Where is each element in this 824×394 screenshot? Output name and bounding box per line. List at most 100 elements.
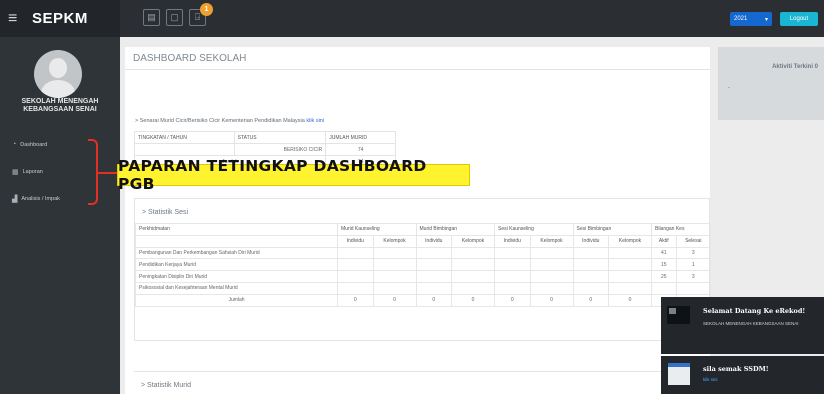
table-header-row: TINGKATAN / TAHUN STATUS JUMLAH MURID bbox=[134, 131, 396, 144]
table-cell: 3 bbox=[675, 246, 712, 260]
table-cell bbox=[337, 258, 374, 272]
sidebar-item-label: Dashboard bbox=[20, 141, 48, 148]
table-cell bbox=[415, 246, 453, 260]
table-cell bbox=[337, 246, 374, 260]
column-header: Kelompok bbox=[608, 234, 652, 248]
table-cell bbox=[529, 246, 574, 260]
school-name-line1: SEKOLAH MENENGAH bbox=[21, 98, 99, 105]
sidebar: SEKOLAH MENENGAH KEBANGSAAN SENAI ◔ Dash… bbox=[0, 37, 120, 394]
table-cell: 25 bbox=[651, 270, 677, 283]
section-title: > Statistik Sesi bbox=[142, 209, 189, 216]
sidebar-item-label: Analisis / Impak bbox=[21, 196, 60, 202]
divider bbox=[125, 69, 710, 70]
table-cell bbox=[572, 281, 610, 295]
table-cell bbox=[372, 246, 417, 260]
year-select-value: 2021 bbox=[734, 16, 748, 22]
table-cell: 3 bbox=[675, 270, 712, 283]
logout-button[interactable]: Logout bbox=[780, 12, 818, 26]
column-header: Bilangan Kes bbox=[651, 223, 711, 236]
column-header: Individu bbox=[494, 234, 531, 248]
brand-logo-text[interactable]: SEPKM bbox=[32, 10, 88, 27]
annotation-connector bbox=[98, 172, 117, 174]
service-name: Psikososial dan Kesejahteraan Mental Mur… bbox=[135, 281, 338, 295]
service-name: Pendidikan Kerjaya Murid bbox=[135, 258, 338, 272]
service-name: Peningkatan Disiplin Diri Murid bbox=[135, 270, 338, 283]
annotation-banner: PAPARAN TETINGKAP DASHBOARD PGB bbox=[117, 157, 470, 193]
sidebar-item-dashboard[interactable]: ◔ Dashboard bbox=[12, 141, 47, 148]
toast-title: sila semak SSDM! bbox=[703, 365, 769, 373]
column-header: Kelompok bbox=[529, 234, 574, 248]
avatar-head bbox=[49, 58, 67, 78]
column-header bbox=[135, 234, 338, 248]
sidebar-item-laporan[interactable]: ▦ Laporan bbox=[12, 168, 43, 176]
table-row: Pembangunan Dan Perkembangan Sahsiah Dir… bbox=[135, 246, 712, 260]
total-value: 0 bbox=[529, 293, 574, 307]
table-cell bbox=[572, 258, 610, 272]
table-row: Peningkatan Disiplin Diri Murid 25 3 bbox=[135, 270, 712, 283]
ssdm-toast[interactable]: sila semak SSDM! klik sini bbox=[661, 356, 824, 394]
column-header: Individu bbox=[337, 234, 374, 248]
notification-icon[interactable]: ⍈ 1 bbox=[189, 3, 213, 26]
annotation-bracket bbox=[88, 139, 98, 205]
bar-chart-icon: ▟ bbox=[12, 196, 18, 203]
table-row: Psikososial dan Kesejahteraan Mental Mur… bbox=[135, 281, 712, 295]
table-group-header-row: Perkhidmatan Murid Kaunseling Murid Bimb… bbox=[135, 223, 711, 236]
table-cell bbox=[608, 246, 652, 260]
table-cell bbox=[415, 270, 453, 283]
sidebar-item-analisis[interactable]: ▟ Analisis / Impak bbox=[12, 195, 60, 203]
total-value: 0 bbox=[572, 293, 610, 307]
table-cell bbox=[494, 270, 531, 283]
table-cell: BERISIKO CICIR bbox=[233, 143, 327, 156]
table-total-row: Jumlah 0 0 0 0 0 0 0 0 bbox=[135, 293, 712, 307]
table-cell bbox=[372, 270, 417, 283]
total-value: 0 bbox=[451, 293, 495, 307]
brand-area: ≡ SEPKM bbox=[0, 0, 120, 37]
document-thumbnail-icon bbox=[668, 363, 690, 385]
activity-placeholder: - bbox=[728, 85, 730, 91]
total-value: 0 bbox=[372, 293, 417, 307]
dropout-link-text: > Senarai Murid Cicir/Berisiko Cicir Kem… bbox=[135, 118, 307, 124]
table-cell: 74 bbox=[325, 143, 396, 156]
table-cell bbox=[675, 281, 712, 295]
table-cell bbox=[608, 270, 652, 283]
welcome-toast[interactable]: Selamat Datang Ke eRekod! SEKOLAH MENENG… bbox=[661, 297, 824, 354]
avatar bbox=[34, 50, 82, 98]
total-value: 0 bbox=[494, 293, 531, 307]
top-navbar: ≡ SEPKM ▤ ▢ ⍈ 1 2021 ▾ Logout bbox=[0, 0, 824, 37]
image-thumbnail-icon bbox=[667, 306, 690, 324]
total-label: Jumlah bbox=[135, 293, 338, 307]
column-header: Sesi Kaunseling bbox=[494, 223, 574, 236]
table-sub-header-row: Individu Kelompok Individu Kelompok Indi… bbox=[135, 234, 712, 248]
annotation-banner-text: PAPARAN TETINGKAP DASHBOARD PGB bbox=[118, 157, 427, 193]
column-header: Kelompok bbox=[372, 234, 417, 248]
statistik-sesi-table: Perkhidmatan Murid Kaunseling Murid Bimb… bbox=[135, 223, 712, 307]
year-select[interactable]: 2021 ▾ bbox=[730, 12, 772, 26]
table-cell bbox=[494, 258, 531, 272]
table-cell bbox=[372, 258, 417, 272]
column-header: Aktif bbox=[651, 234, 677, 248]
click-here-link[interactable]: klik sini bbox=[306, 118, 324, 124]
school-name: SEKOLAH MENENGAH KEBANGSAAN SENAI bbox=[0, 98, 120, 114]
hamburger-menu-icon[interactable]: ≡ bbox=[8, 10, 26, 28]
window-icon[interactable]: ▢ bbox=[166, 9, 183, 26]
column-header: Individu bbox=[572, 234, 610, 248]
table-cell bbox=[451, 270, 495, 283]
top-icon-group: ▤ ▢ ⍈ 1 bbox=[143, 3, 213, 26]
table-cell bbox=[134, 143, 235, 156]
column-header: Perkhidmatan bbox=[135, 223, 338, 236]
dashboard-icon: ◔ bbox=[12, 141, 17, 148]
table-cell bbox=[529, 281, 574, 295]
list-icon[interactable]: ▤ bbox=[143, 9, 160, 26]
divider bbox=[134, 371, 710, 372]
column-header: STATUS bbox=[233, 131, 327, 144]
toast-link[interactable]: klik sini bbox=[703, 377, 718, 382]
table-cell bbox=[651, 281, 677, 295]
table-cell bbox=[415, 258, 453, 272]
table-cell bbox=[608, 281, 652, 295]
table-cell bbox=[372, 281, 417, 295]
table-cell bbox=[451, 258, 495, 272]
service-name: Pembangunan Dan Perkembangan Sahsiah Dir… bbox=[135, 246, 338, 260]
activity-panel: Aktiviti Terkini 0 - bbox=[718, 47, 824, 120]
column-header: Sesi Bimbingan bbox=[572, 223, 652, 236]
toast-body: SEKOLAH MENENGAH KEBANGSAAN SENAI bbox=[703, 321, 799, 326]
